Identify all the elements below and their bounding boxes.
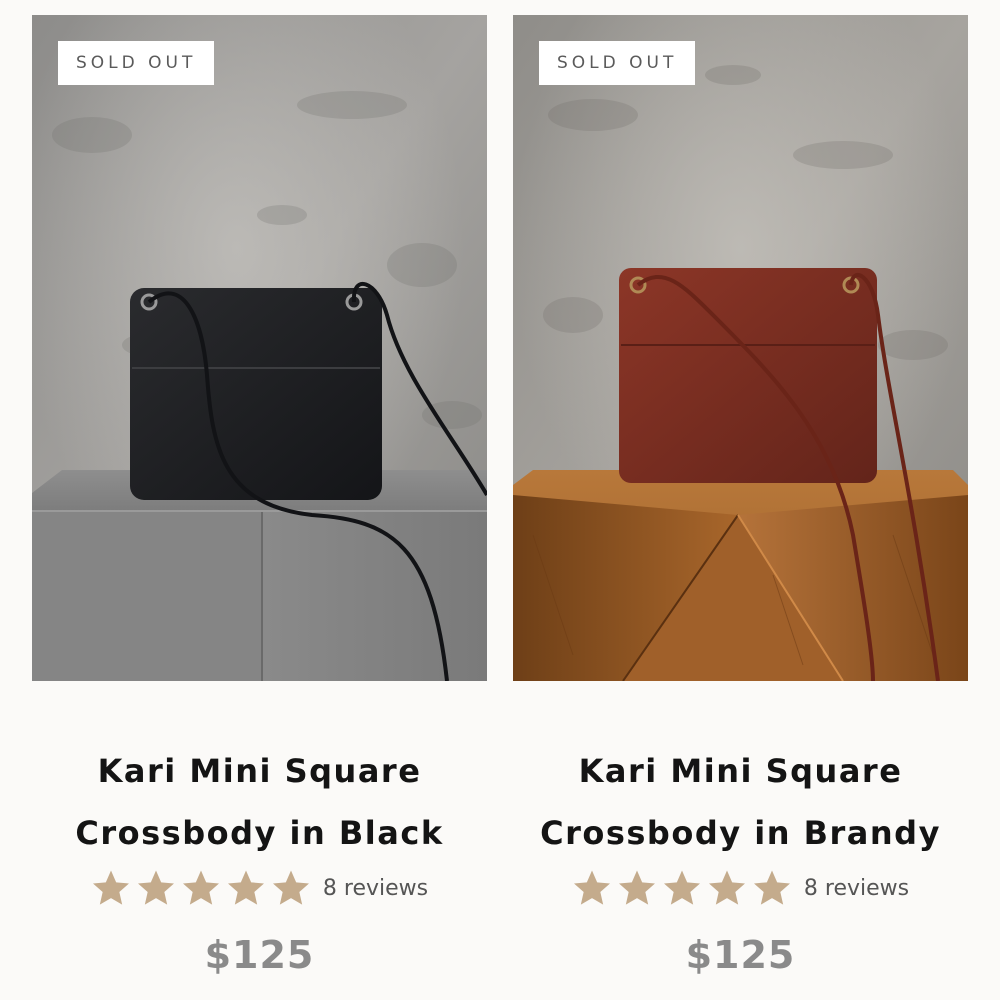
star-icon bbox=[182, 870, 219, 905]
product-title-line1: Kari Mini Square bbox=[97, 752, 422, 790]
product-title-line1: Kari Mini Square bbox=[578, 752, 903, 790]
bag-photo-brandy bbox=[513, 15, 968, 681]
star-icon bbox=[272, 870, 309, 905]
product-price: $125 bbox=[204, 933, 315, 977]
star-icon bbox=[227, 870, 264, 905]
reviews-link[interactable]: 8 reviews bbox=[804, 876, 909, 901]
product-title-line2: Crossbody in Brandy bbox=[540, 814, 941, 852]
sold-out-badge: SOLD OUT bbox=[58, 41, 215, 85]
product-title-line2: Crossbody in Black bbox=[75, 814, 444, 852]
star-icon bbox=[753, 870, 790, 905]
product-title-black[interactable]: Kari Mini Square Crossbody in Black bbox=[32, 740, 487, 864]
reviews-link[interactable]: 8 reviews bbox=[323, 876, 428, 901]
product-image-brandy[interactable]: SOLD OUT bbox=[513, 15, 968, 681]
star-rating bbox=[91, 868, 311, 908]
product-rating-brandy: 8 reviews bbox=[513, 868, 968, 908]
product-card-brandy: SOLD OUT Kari Mini Square Crossbody in B… bbox=[513, 0, 968, 1000]
product-image-black[interactable]: SOLD OUT bbox=[32, 15, 487, 681]
product-rating-black: 8 reviews bbox=[32, 868, 487, 908]
star-icon bbox=[92, 870, 129, 905]
bag-photo-black bbox=[32, 15, 487, 681]
product-title-brandy[interactable]: Kari Mini Square Crossbody in Brandy bbox=[513, 740, 968, 864]
star-icon bbox=[663, 870, 700, 905]
product-card-black: SOLD OUT Kari Mini Square Crossbody in B… bbox=[32, 0, 487, 1000]
star-icon bbox=[618, 870, 655, 905]
star-icon bbox=[137, 870, 174, 905]
star-icon bbox=[573, 870, 610, 905]
star-icon bbox=[708, 870, 745, 905]
product-price: $125 bbox=[685, 933, 796, 977]
sold-out-badge: SOLD OUT bbox=[539, 41, 696, 85]
star-rating bbox=[572, 868, 792, 908]
